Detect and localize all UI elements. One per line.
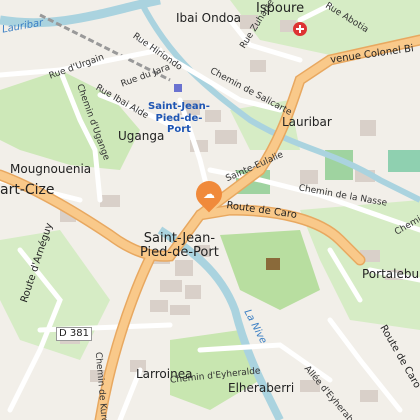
place-art-cize: art-Cize (0, 182, 55, 198)
station-icon (174, 84, 182, 92)
road-shield-d381: D 381 (56, 327, 92, 341)
place-elheraberri: Elheraberri (228, 381, 295, 395)
place-saint-jean-blue: Saint-Jean- Pied-de- Port (148, 101, 210, 135)
place-mougnouenia: Mougnouenia (10, 162, 92, 176)
sports-field (388, 150, 420, 172)
ticket-icon: ☁ (203, 187, 215, 201)
place-saint-jean-pied-de-port: Saint-Jean- Pied-de-Port (140, 231, 219, 261)
castle-icon (266, 258, 280, 270)
place-portaleburu: Portaleburu (362, 267, 420, 281)
map-canvas[interactable]: Ibai Ondoa Ispoure Uganga Lauribar Mougn… (0, 0, 420, 420)
place-lauribar: Lauribar (282, 115, 332, 129)
place-ibai-ondoa: Ibai Ondoa (176, 11, 242, 25)
